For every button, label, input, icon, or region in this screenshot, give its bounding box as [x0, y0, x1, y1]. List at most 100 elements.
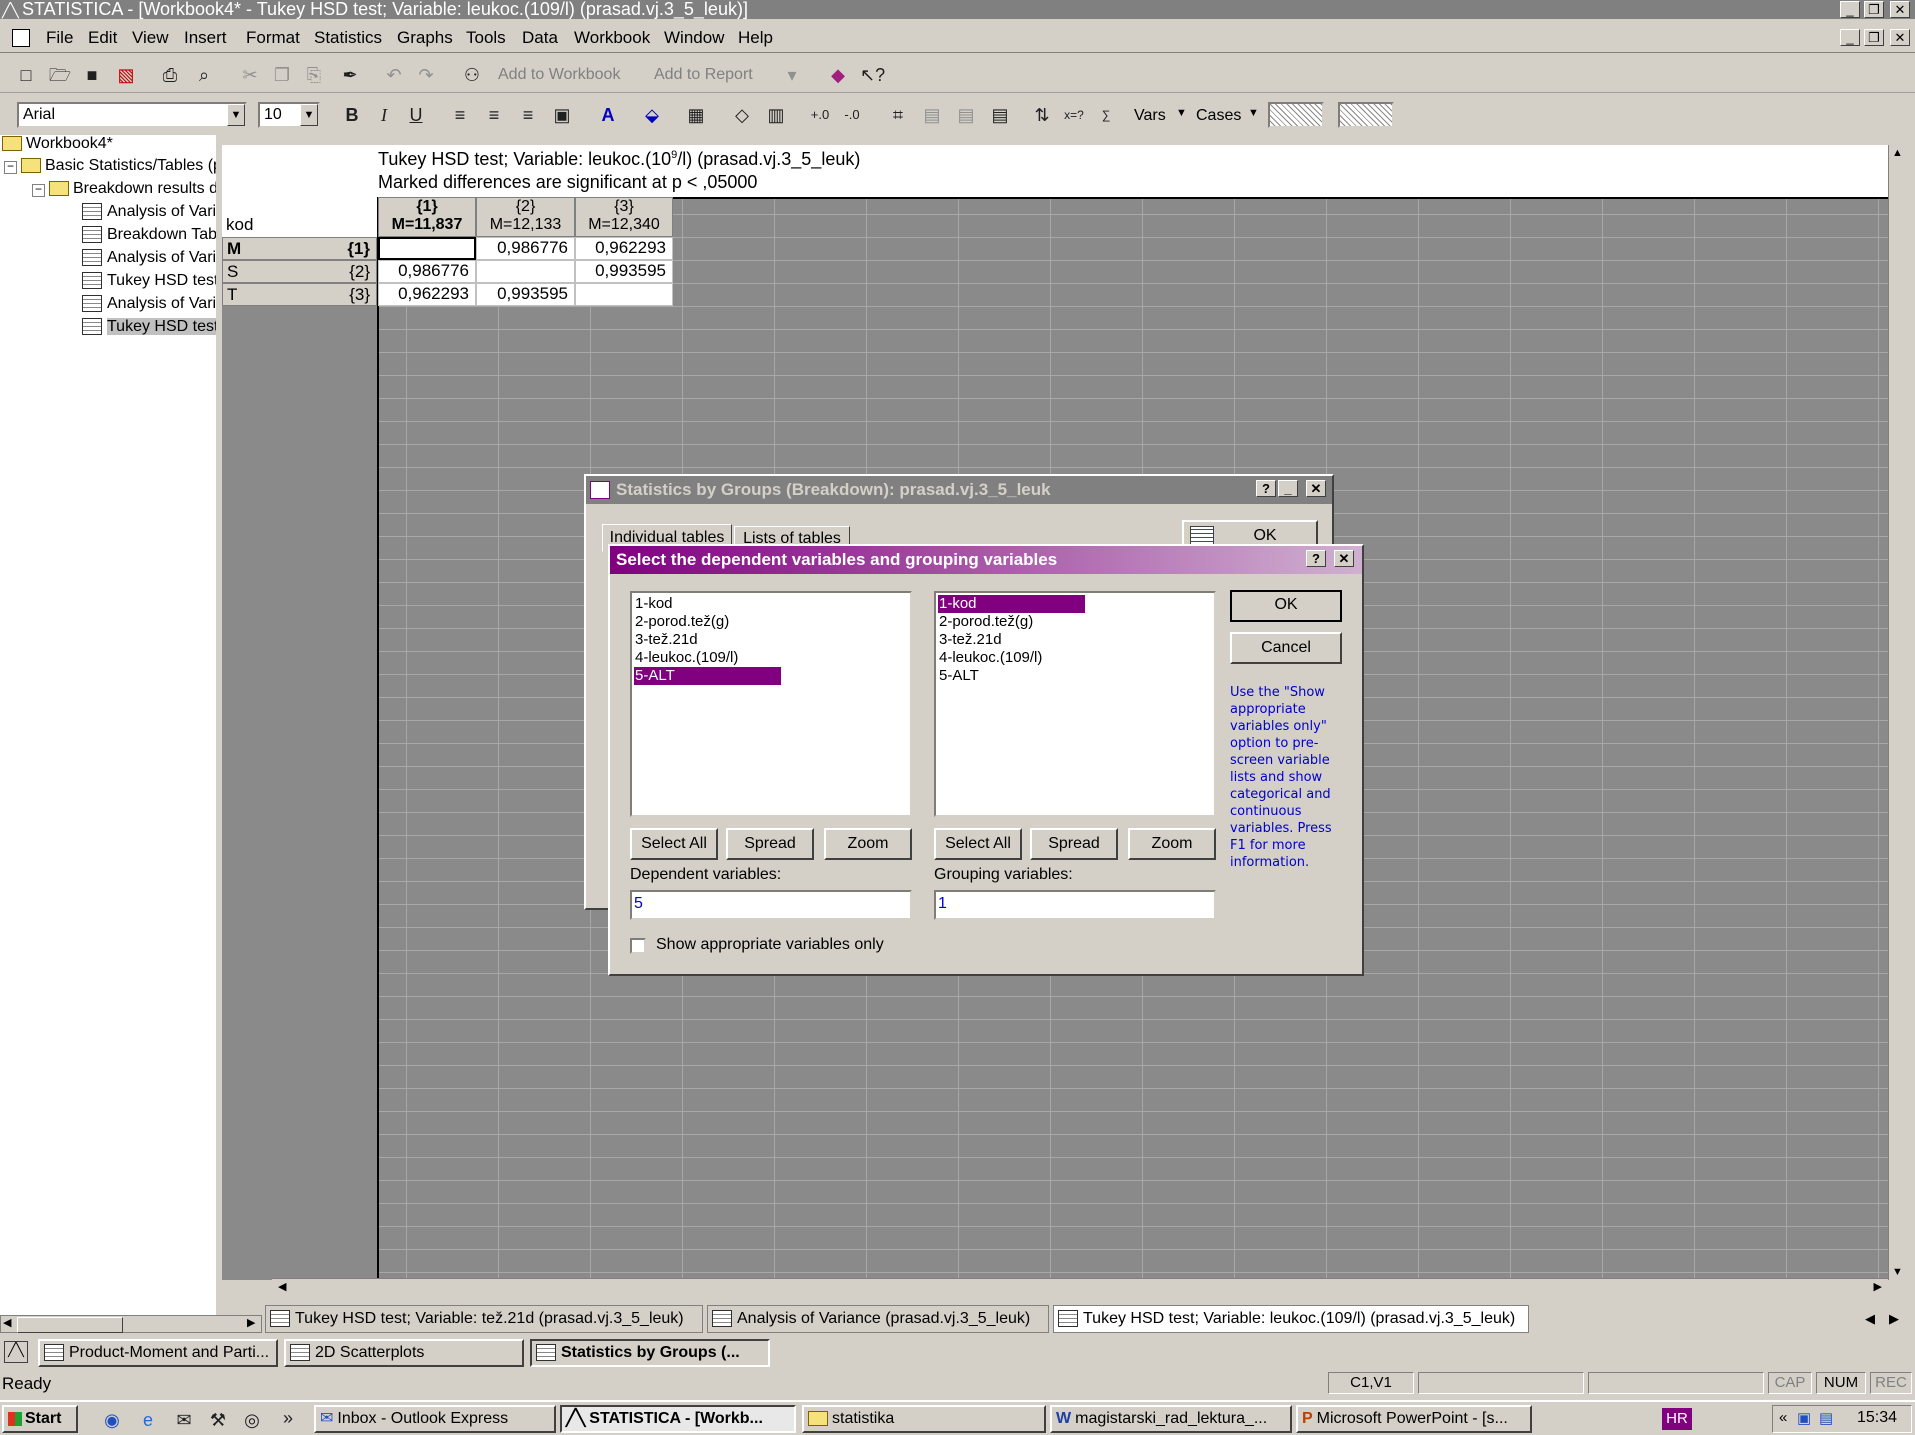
grid-icon[interactable]: ▥ — [764, 103, 788, 127]
column-header-3[interactable]: {3} M=12,340 — [575, 197, 673, 237]
sheet-tab-1[interactable]: Tukey HSD test; Variable: tež.21d (prasa… — [265, 1305, 703, 1333]
italic-icon[interactable]: I — [372, 103, 396, 127]
bold-icon[interactable]: B — [340, 103, 364, 127]
cases-button[interactable]: Cases — [1196, 107, 1241, 125]
menu-view[interactable]: View — [132, 28, 169, 48]
mail-icon[interactable]: ✉ — [172, 1408, 196, 1432]
minimize-icon[interactable]: _ — [1278, 480, 1298, 497]
show-appropriate-checkbox[interactable] — [630, 938, 646, 954]
more-icon[interactable]: » — [276, 1406, 300, 1430]
cell[interactable] — [575, 283, 673, 306]
ok-button[interactable]: OK — [1230, 590, 1342, 622]
font-name-select[interactable]: Arial ▼ — [17, 102, 247, 128]
table2-icon[interactable]: ▤ — [954, 103, 978, 127]
menu-file[interactable]: File — [46, 28, 73, 48]
print-preview-icon[interactable]: ⌕ — [192, 63, 216, 87]
align-center-icon[interactable]: ≡ — [482, 103, 506, 127]
list-item[interactable]: 3-tež.21d — [634, 631, 698, 649]
scroll-up-icon[interactable]: ▲ — [1892, 147, 1903, 159]
taskbar-item-word[interactable]: Wmagistarski_rad_lektura_... — [1050, 1405, 1292, 1433]
tree-item[interactable]: Analysis of Variance — [82, 249, 216, 267]
tree-root[interactable]: Workbook4* — [2, 135, 113, 153]
new-icon[interactable]: □ — [14, 63, 38, 87]
list-item[interactable]: 2-porod.tež(g) — [634, 613, 729, 631]
redo-icon[interactable]: ↷ — [414, 63, 438, 87]
chevron-down-icon[interactable]: ▼ — [1176, 107, 1187, 119]
vertical-scrollbar[interactable]: ▲ ▼ — [1888, 145, 1908, 1280]
close-icon[interactable]: ✕ — [1306, 480, 1326, 497]
list-item-selected[interactable]: 5-ALT — [634, 667, 781, 685]
menu-insert[interactable]: Insert — [184, 28, 227, 48]
properties-icon[interactable]: ▣ — [550, 103, 574, 127]
pattern-select-1[interactable] — [1268, 102, 1324, 128]
app-icon[interactable]: ╱╲ — [4, 1341, 28, 1363]
add-to-report-button[interactable]: Add to Report — [654, 66, 753, 84]
tree-item[interactable]: Tukey HSD test; Vari — [82, 272, 216, 290]
tree-group[interactable]: −Basic Statistics/Tables (prasa — [4, 157, 216, 175]
table3-icon[interactable]: ▤ — [988, 103, 1012, 127]
table-icon[interactable]: ▤ — [920, 103, 944, 127]
add-to-workbook-button[interactable]: Add to Workbook — [498, 66, 620, 84]
menu-tools[interactable]: Tools — [466, 28, 506, 48]
close-icon[interactable]: ✕ — [1334, 550, 1354, 567]
copy-icon[interactable]: ❐ — [270, 63, 294, 87]
pattern-select-2[interactable] — [1338, 102, 1394, 128]
tray-expand-icon[interactable]: « — [1779, 1409, 1787, 1426]
scroll-down-icon[interactable]: ▼ — [1892, 1266, 1903, 1278]
app-launcher-icon[interactable]: ⚒ — [206, 1408, 230, 1432]
font-color-icon[interactable]: A — [596, 103, 620, 127]
formula-icon[interactable]: ∑ — [1094, 103, 1118, 127]
tree-item[interactable]: Breakdown Table of — [82, 226, 216, 244]
row-header-1[interactable]: M {1} — [222, 237, 377, 260]
cell[interactable]: 0,962293 — [378, 283, 476, 306]
menu-statistics[interactable]: Statistics — [314, 28, 382, 48]
vars-button[interactable]: Vars — [1134, 107, 1166, 125]
right-select-all-button[interactable]: Select All — [934, 828, 1022, 860]
undo-icon[interactable]: ↶ — [382, 63, 406, 87]
chevron-down-icon[interactable]: ▼ — [1248, 107, 1259, 119]
grouping-variables-list[interactable]: 1-kod 2-porod.tež(g) 3-tež.21d 4-leukoc.… — [934, 591, 1216, 817]
cell[interactable]: 0,962293 — [575, 237, 673, 260]
menu-window[interactable]: Window — [664, 28, 724, 48]
doc-close-icon[interactable]: ✕ — [1890, 29, 1910, 46]
taskbar-item-powerpoint[interactable]: P Microsoft PowerPoint - [s... — [1296, 1405, 1532, 1433]
scroll-thumb[interactable] — [17, 1317, 123, 1333]
list-item[interactable]: 4-leukoc.(109/l) — [938, 649, 1042, 667]
menu-format[interactable]: Format — [246, 28, 300, 48]
tab-scroll-left-icon[interactable]: ◀ — [1865, 1311, 1875, 1327]
grouping-variables-input[interactable]: 1 — [934, 890, 1216, 920]
tree-scrollbar[interactable]: ◀ ▶ — [0, 1315, 262, 1333]
chevron-down-icon[interactable]: ▼ — [227, 104, 245, 126]
print-icon[interactable]: ⎙ — [158, 63, 182, 87]
cell[interactable]: 0,986776 — [378, 260, 476, 283]
cell[interactable]: 0,986776 — [476, 237, 575, 260]
doc-minimize-icon[interactable]: _ — [1840, 29, 1860, 46]
cancel-button[interactable]: Cancel — [1230, 632, 1342, 664]
tree-item-selected[interactable]: Tukey HSD test; Vari — [82, 318, 216, 336]
volume-icon[interactable]: ▤ — [1819, 1409, 1833, 1427]
list-item-selected[interactable]: 1-kod — [938, 595, 1085, 613]
help-icon[interactable]: ? — [1306, 550, 1326, 567]
restore-icon[interactable]: ❐ — [1864, 1, 1884, 18]
minimized-window-1[interactable]: Product-Moment and Parti... — [38, 1339, 278, 1367]
sort-icon[interactable]: ⇅ — [1030, 103, 1054, 127]
right-spread-button[interactable]: Spread — [1030, 828, 1118, 860]
left-select-all-button[interactable]: Select All — [630, 828, 718, 860]
column-header-1[interactable]: {1} M=11,837 — [378, 197, 476, 237]
marker-icon[interactable]: ◇ — [730, 103, 754, 127]
scroll-right-icon[interactable]: ▶ — [1874, 1280, 1882, 1293]
fill-color-icon[interactable]: ⬙ — [640, 103, 664, 127]
row-header-2[interactable]: S {2} — [222, 260, 377, 283]
dependent-variables-input[interactable]: 5 — [630, 890, 912, 920]
sheet-tab-3-active[interactable]: Tukey HSD test; Variable: leukoc.(109/l)… — [1053, 1305, 1529, 1333]
paste-icon[interactable]: ⎘ — [302, 63, 326, 87]
horizontal-scrollbar[interactable]: ◀ ▶ — [272, 1278, 1888, 1296]
active-cell[interactable] — [378, 237, 476, 260]
format-painter-icon[interactable]: ✒ — [338, 63, 362, 87]
decrease-decimal-icon[interactable]: -.0 — [840, 103, 864, 127]
list-item[interactable]: 2-porod.tež(g) — [938, 613, 1033, 631]
cell[interactable]: 0,993595 — [476, 283, 575, 306]
cell[interactable] — [476, 260, 575, 283]
save-icon[interactable]: ■ — [80, 63, 104, 87]
help-icon[interactable]: ? — [1256, 480, 1276, 497]
